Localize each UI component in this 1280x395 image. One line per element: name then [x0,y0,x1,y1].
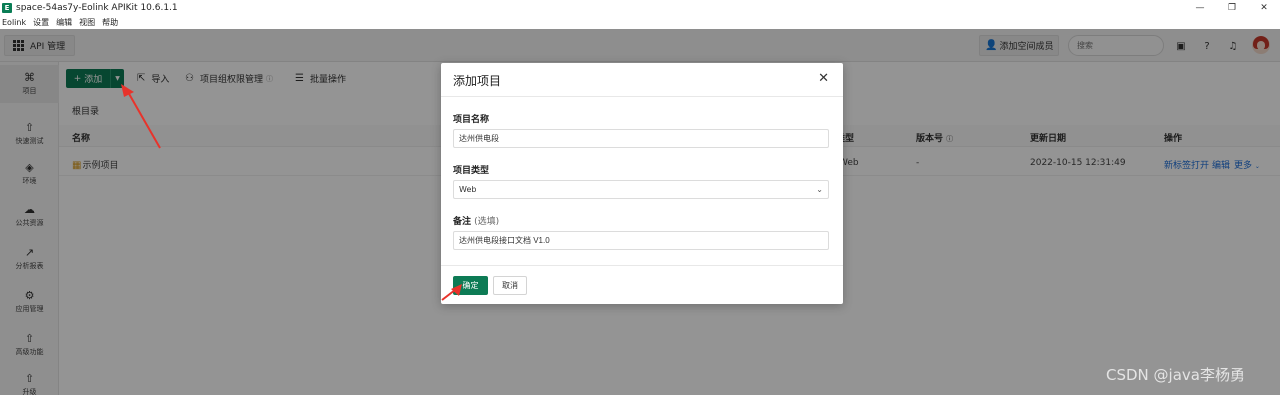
note-field[interactable] [453,231,829,250]
project-type-label: 项目类型 [453,166,490,176]
window-title: space-54as7y-Eolink APIKit 10.6.1.1 [16,3,178,13]
project-name-field[interactable] [453,129,829,148]
menu-edit[interactable]: 编辑 [56,17,72,28]
project-name-label: 项目名称 [453,115,490,125]
menu-bar: Eolink 设置 编辑 视图 帮助 [0,16,1280,29]
menu-help[interactable]: 帮助 [102,17,118,28]
cancel-button[interactable]: 取消 [493,276,527,295]
close-window-button[interactable]: ✕ [1248,0,1280,16]
maximize-button[interactable]: ❐ [1216,0,1248,16]
window-title-bar: E space-54as7y-Eolink APIKit 10.6.1.1 — … [0,0,1280,16]
chevron-down-icon: ⌄ [816,185,823,194]
minimize-button[interactable]: — [1184,0,1216,16]
note-label: 备注 (选填) [453,217,500,227]
divider [441,265,843,266]
divider [441,96,843,97]
close-icon[interactable]: ✕ [818,71,829,86]
dialog-title: 添加项目 [453,74,502,88]
add-project-dialog: 添加项目 ✕ 项目名称 项目类型 Web ⌄ 备注 (选填) 确定 取消 [441,63,843,304]
project-type-select[interactable]: Web ⌄ [453,180,829,199]
app-logo-icon: E [2,3,12,13]
watermark: CSDN @java李杨勇 [1106,366,1245,384]
menu-settings[interactable]: 设置 [33,17,49,28]
window-controls: — ❐ ✕ [1184,0,1280,16]
project-type-value: Web [459,185,477,194]
menu-view[interactable]: 视图 [79,17,95,28]
confirm-button[interactable]: 确定 [453,276,488,295]
note-optional-hint: (选填) [474,217,500,227]
menu-eolink[interactable]: Eolink [2,18,26,27]
